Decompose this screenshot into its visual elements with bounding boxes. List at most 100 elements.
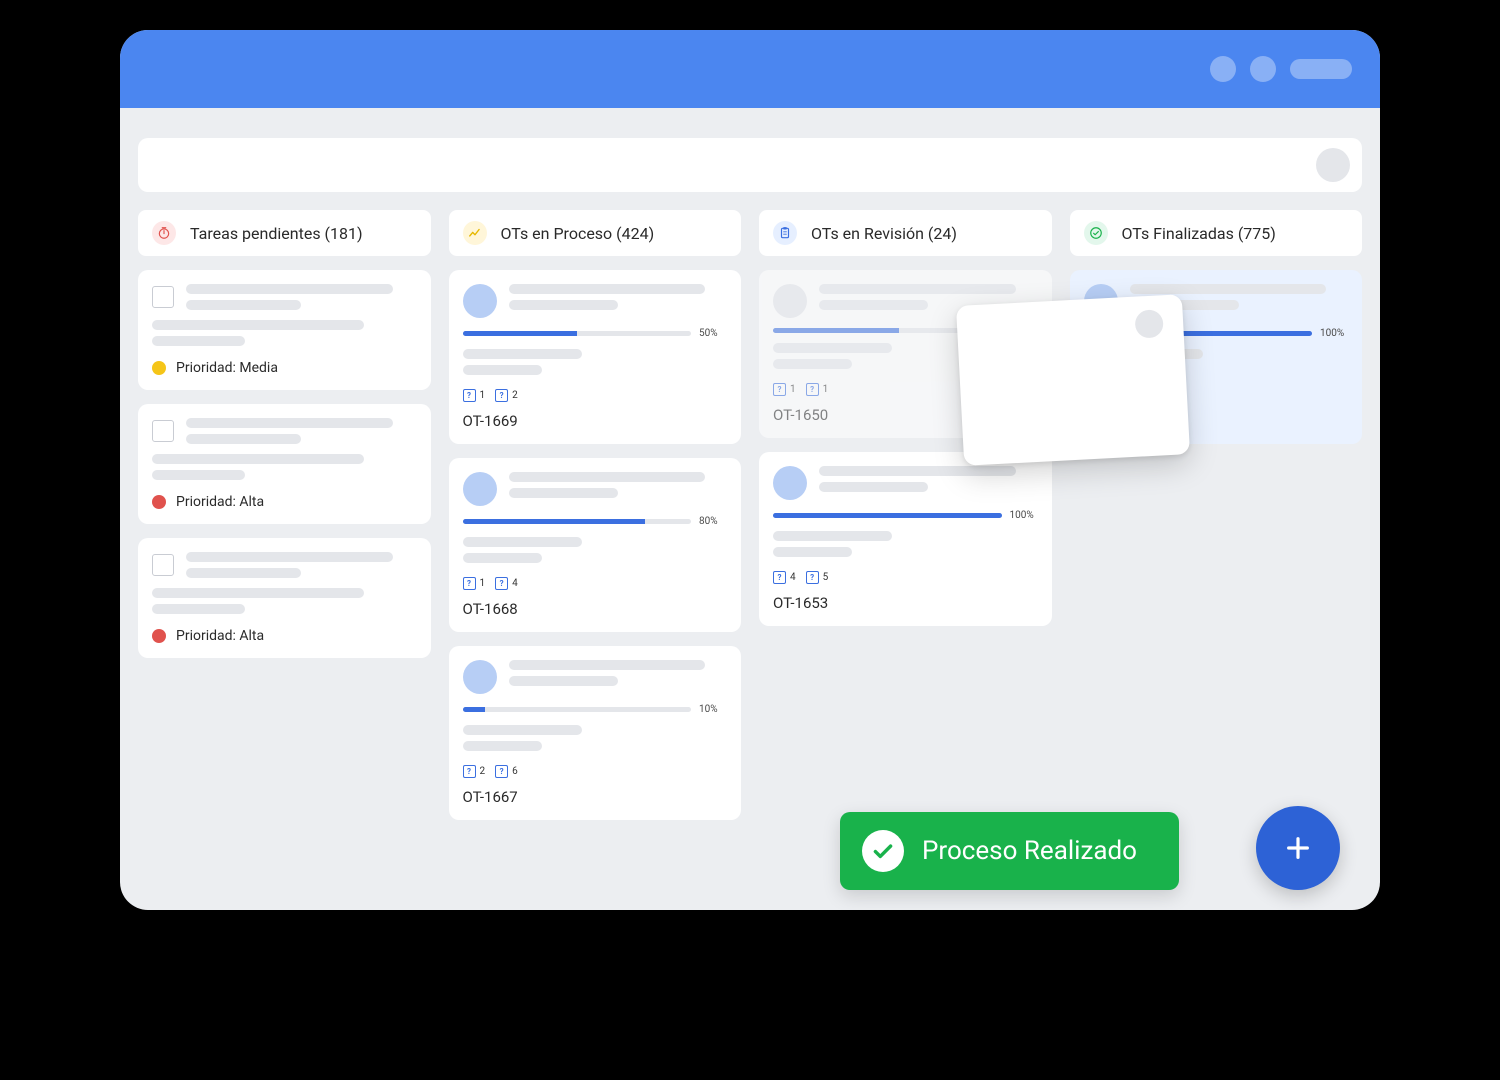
question-icon: ?: [495, 389, 508, 402]
placeholder-text: [463, 537, 728, 563]
placeholder-text: [463, 349, 728, 375]
column-header[interactable]: OTs Finalizadas (775): [1070, 210, 1363, 256]
toast-success: Proceso Realizado: [840, 812, 1179, 890]
ot-id: OT-1667: [463, 788, 728, 806]
column-title: Tareas pendientes (181): [190, 224, 363, 243]
avatar: [463, 284, 497, 318]
progress-label: 100%: [1010, 510, 1038, 521]
placeholder-text: [186, 284, 417, 310]
dragging-card[interactable]: [956, 294, 1190, 466]
meta-item: ? 2: [495, 389, 518, 402]
meta-count: 1: [480, 390, 486, 401]
check-circle-icon: [1084, 221, 1108, 245]
priority-dot: [152, 495, 166, 509]
meta-item: ? 2: [463, 765, 486, 778]
plus-icon: [1282, 832, 1314, 864]
placeholder-text: [463, 725, 728, 751]
avatar: [773, 284, 807, 318]
meta-count: 5: [823, 572, 829, 583]
placeholder-text: [152, 320, 417, 346]
clipboard-icon: [773, 221, 797, 245]
meta-item: ? 1: [463, 389, 486, 402]
window-control[interactable]: [1210, 56, 1236, 82]
placeholder-text: [152, 588, 417, 614]
progress-bar: [463, 331, 692, 336]
progress-label: 10%: [699, 704, 727, 715]
question-icon: ?: [806, 383, 819, 396]
ot-id: OT-1669: [463, 412, 728, 430]
meta-item: ? 5: [806, 571, 829, 584]
placeholder-text: [819, 466, 1038, 492]
task-card[interactable]: Prioridad: Media: [138, 270, 431, 390]
meta-count: 2: [512, 390, 518, 401]
question-icon: ?: [495, 765, 508, 778]
avatar: [773, 466, 807, 500]
task-checkbox[interactable]: [152, 420, 174, 442]
progress-bar: [463, 707, 692, 712]
priority-label: Prioridad: Media: [176, 360, 278, 376]
meta-count: 1: [480, 578, 486, 589]
column-header[interactable]: OTs en Revisión (24): [759, 210, 1052, 256]
meta-item: ? 1: [773, 383, 796, 396]
meta-count: 1: [823, 384, 829, 395]
toast-label: Proceso Realizado: [922, 836, 1137, 866]
user-avatar[interactable]: [1316, 148, 1350, 182]
placeholder-text: [509, 472, 728, 498]
task-checkbox[interactable]: [152, 286, 174, 308]
placeholder-text: [152, 454, 417, 480]
priority-label: Prioridad: Alta: [176, 628, 264, 644]
meta-item: ? 4: [495, 577, 518, 590]
add-button[interactable]: [1256, 806, 1340, 890]
window-control[interactable]: [1290, 59, 1352, 79]
kanban-column: Tareas pendientes (181) Prioridad: Media: [138, 210, 431, 820]
question-icon: ?: [495, 577, 508, 590]
meta-item: ? 6: [495, 765, 518, 778]
progress-label: 100%: [1320, 328, 1348, 339]
placeholder-text: [186, 552, 417, 578]
kanban-column: OTs en Proceso (424) 50%: [449, 210, 742, 820]
question-icon: ?: [806, 571, 819, 584]
progress-label: 50%: [699, 328, 727, 339]
task-checkbox[interactable]: [152, 554, 174, 576]
priority-dot: [152, 361, 166, 375]
column-header[interactable]: OTs en Proceso (424): [449, 210, 742, 256]
app-window: Tareas pendientes (181) Prioridad: Media: [120, 30, 1380, 910]
placeholder-text: [186, 418, 417, 444]
ot-card[interactable]: 100% ? 4 ? 5 OT-1653: [759, 452, 1052, 626]
priority-dot: [152, 629, 166, 643]
question-icon: ?: [773, 383, 786, 396]
meta-count: 1: [790, 384, 796, 395]
trend-icon: [463, 221, 487, 245]
meta-count: 6: [512, 766, 518, 777]
meta-count: 2: [480, 766, 486, 777]
placeholder-text: [509, 284, 728, 310]
ot-card[interactable]: 50% ? 1 ? 2 OT-1669: [449, 270, 742, 444]
timer-icon: [152, 221, 176, 245]
ot-card[interactable]: 80% ? 1 ? 4 OT-1668: [449, 458, 742, 632]
question-icon: ?: [463, 577, 476, 590]
column-title: OTs en Revisión (24): [811, 224, 957, 243]
placeholder-text: [509, 660, 728, 686]
check-circle-icon: [862, 830, 904, 872]
column-title: OTs en Proceso (424): [501, 224, 655, 243]
meta-count: 4: [512, 578, 518, 589]
avatar: [1134, 309, 1163, 338]
question-icon: ?: [463, 765, 476, 778]
progress-bar: [463, 519, 692, 524]
window-control[interactable]: [1250, 56, 1276, 82]
search-bar[interactable]: [138, 138, 1362, 192]
question-icon: ?: [773, 571, 786, 584]
meta-item: ? 4: [773, 571, 796, 584]
priority-label: Prioridad: Alta: [176, 494, 264, 510]
placeholder-text: [773, 531, 1038, 557]
task-card[interactable]: Prioridad: Alta: [138, 538, 431, 658]
task-card[interactable]: Prioridad: Alta: [138, 404, 431, 524]
column-header[interactable]: Tareas pendientes (181): [138, 210, 431, 256]
meta-item: ? 1: [806, 383, 829, 396]
avatar: [463, 660, 497, 694]
column-title: OTs Finalizadas (775): [1122, 224, 1276, 243]
ot-id: OT-1668: [463, 600, 728, 618]
kanban-column: OTs en Revisión (24) ?: [759, 210, 1052, 820]
ot-card[interactable]: 10% ? 2 ? 6 OT-1667: [449, 646, 742, 820]
progress-label: 80%: [699, 516, 727, 527]
